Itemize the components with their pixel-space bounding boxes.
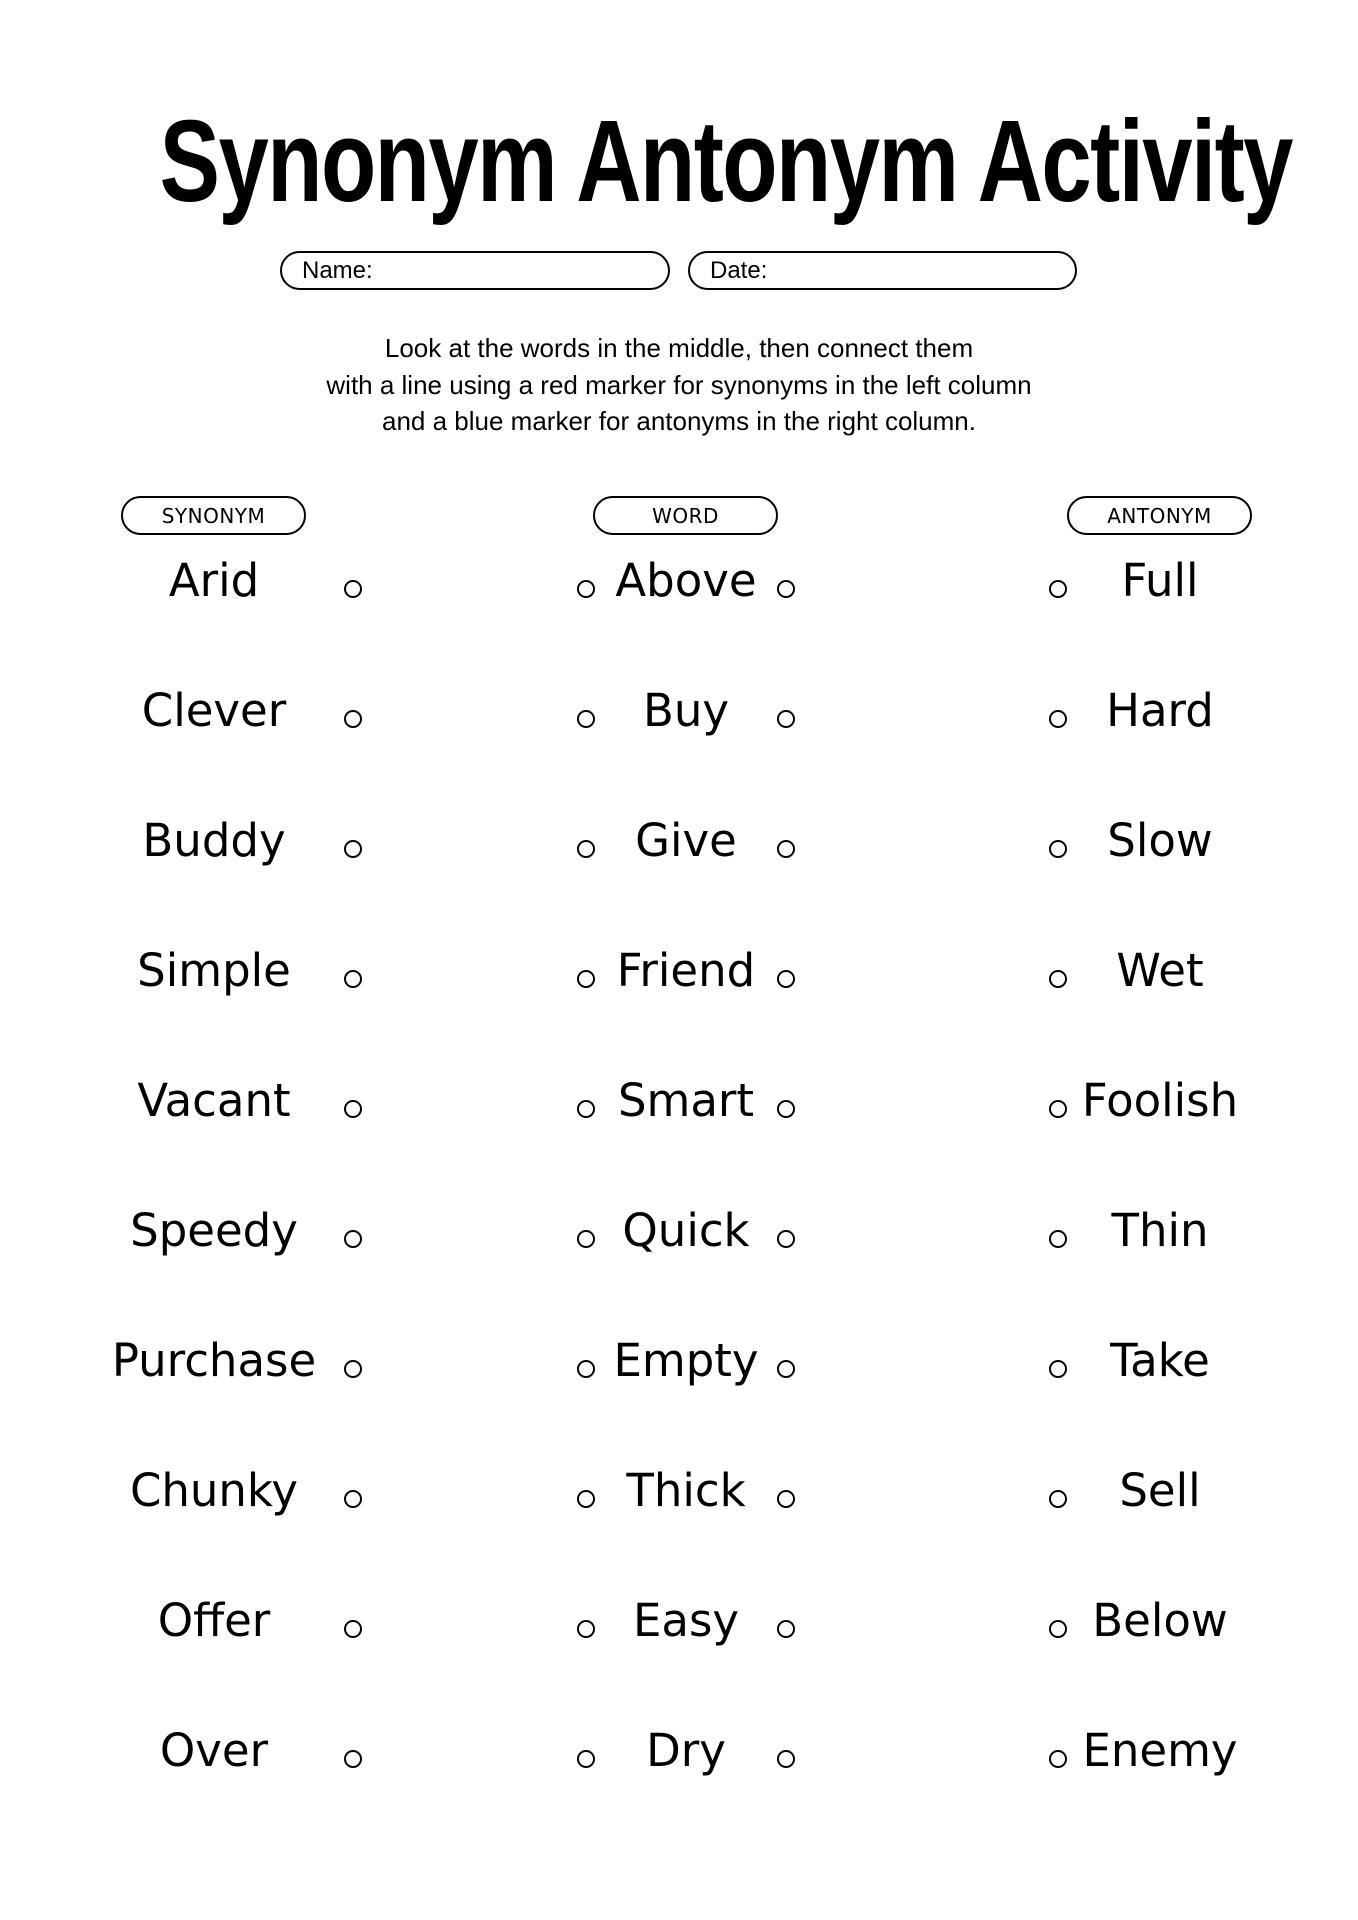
antonym-word: Wet [1116, 944, 1204, 997]
synonym-word: Arid [168, 554, 260, 607]
synonym-connector-circle-icon[interactable] [344, 1749, 362, 1768]
word-right-connector-circle-icon[interactable] [776, 969, 795, 988]
synonym-word: Offer [157, 1594, 271, 1647]
worksheet-title: Synonym Antonym Activity [0, 96, 1358, 226]
antonym-word: Thin [1111, 1204, 1209, 1257]
word-right-connector-circle-icon[interactable] [776, 839, 795, 858]
synonym-word: Speedy [130, 1204, 298, 1257]
synonym-connector-circle-icon[interactable] [344, 709, 362, 728]
synonym-connector-circle-icon[interactable] [344, 1099, 362, 1118]
synonym-word: Over [159, 1724, 269, 1777]
date-field[interactable]: Date: [688, 251, 1077, 290]
word-right-connector-circle-icon[interactable] [776, 709, 795, 728]
synonym-connector-circle-icon[interactable] [344, 1229, 362, 1248]
synonym-word: Simple [137, 944, 291, 997]
synonym-connector-circle-icon[interactable] [344, 1489, 362, 1508]
antonym-word: Full [1121, 554, 1199, 607]
worksheet-title-text: Synonym Antonym Activity [159, 96, 1294, 226]
word-right-connector-circle-icon[interactable] [776, 1619, 795, 1638]
antonym-word: Below [1092, 1594, 1228, 1647]
synonym-word: Vacant [137, 1074, 291, 1127]
synonym-word: Buddy [142, 814, 286, 867]
synonym-column-header: SYNONYM [121, 496, 306, 535]
synonym-connector-circle-icon[interactable] [344, 1619, 362, 1638]
synonym-word: Clever [141, 684, 287, 737]
synonym-word: Chunky [129, 1464, 299, 1517]
instructions-line: and a blue marker for antonyms in the ri… [382, 406, 976, 436]
synonym-connector-circle-icon[interactable] [344, 1359, 362, 1378]
synonym-connector-circle-icon[interactable] [344, 839, 362, 858]
name-field[interactable]: Name: [280, 251, 670, 290]
word-right-connector-circle-icon[interactable] [776, 1489, 795, 1508]
instructions: Look at the words in the middle, then co… [0, 330, 1358, 440]
antonym-word: Slow [1107, 814, 1213, 867]
word-right-connector-circle-icon[interactable] [776, 1099, 795, 1118]
word-right-connector-circle-icon[interactable] [776, 579, 795, 598]
synonym-connector-circle-icon[interactable] [344, 969, 362, 988]
antonym-word: Foolish [1081, 1074, 1239, 1127]
date-field-label: Date: [710, 257, 768, 284]
synonym-word: Purchase [111, 1334, 317, 1387]
word-right-connector-circle-icon[interactable] [776, 1359, 795, 1378]
synonym-connector-circle-icon[interactable] [344, 579, 362, 598]
antonym-word: Take [1110, 1334, 1210, 1387]
antonym-word: Hard [1106, 684, 1214, 737]
name-field-label: Name: [302, 257, 373, 284]
instructions-line: with a line using a red marker for synon… [326, 369, 1032, 400]
word-right-connector-circle-icon[interactable] [776, 1229, 795, 1248]
antonym-column-header: ANTONYM [1067, 496, 1252, 535]
word-right-connector-circle-icon[interactable] [776, 1749, 795, 1768]
antonym-word: Enemy [1082, 1724, 1238, 1777]
antonym-word: Sell [1119, 1464, 1201, 1517]
word-column-header: WORD [593, 496, 778, 535]
instructions-line: Look at the words in the middle, then co… [384, 333, 974, 363]
